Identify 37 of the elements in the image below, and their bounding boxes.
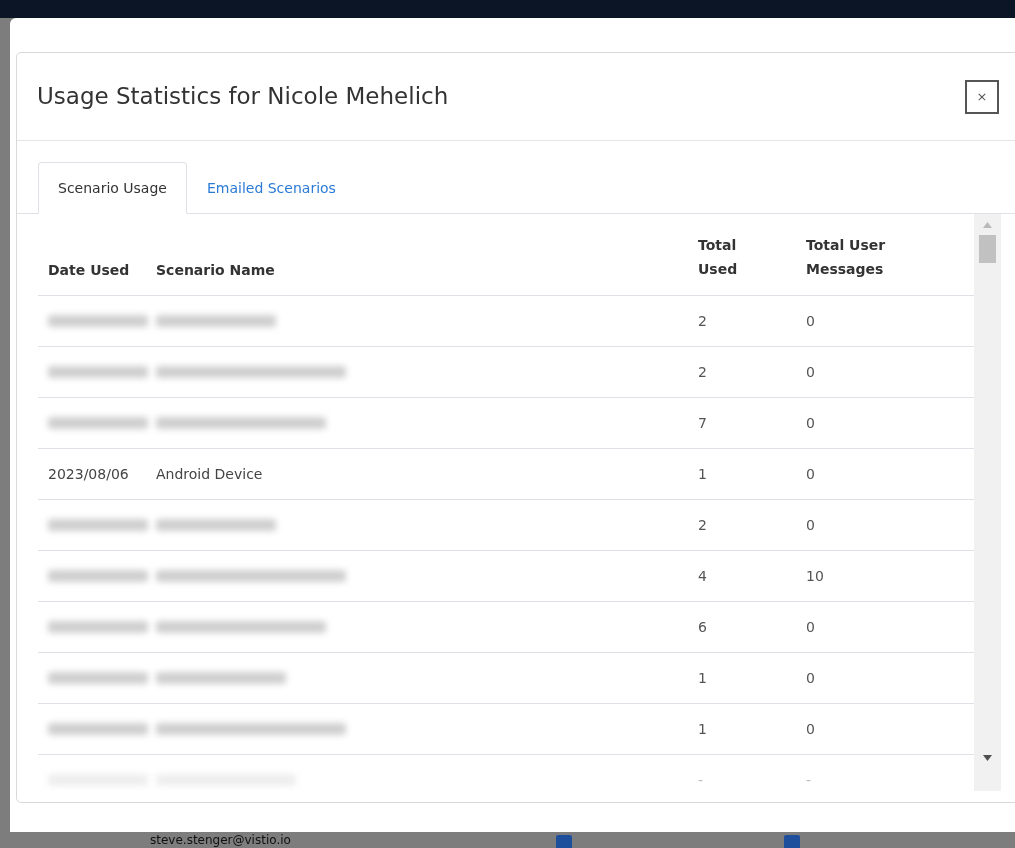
scroll-up-icon[interactable] xyxy=(983,222,992,228)
table-cell: 4 xyxy=(698,567,707,584)
column-header: Total User Messages xyxy=(806,236,887,279)
table-cell: 7 xyxy=(698,414,707,431)
column-header: Date Used xyxy=(48,262,130,278)
checkbox[interactable] xyxy=(783,835,800,848)
table-cell: 0 xyxy=(806,465,815,482)
table-cell: 1 xyxy=(698,669,707,686)
table-cell: 1 xyxy=(698,465,707,482)
table-cell: 0 xyxy=(806,414,815,431)
table-cell: - xyxy=(806,771,812,788)
checkbox[interactable] xyxy=(555,835,572,848)
column-header: Scenario Name xyxy=(156,262,275,278)
scrollbar-thumb[interactable] xyxy=(979,235,996,263)
table-cell: 10 xyxy=(806,567,824,584)
table-cell: 0 xyxy=(806,312,815,329)
email-text: steve.stenger@vistio.io xyxy=(150,833,291,847)
table-cell: Android Device xyxy=(156,465,263,482)
table-cell: 0 xyxy=(806,618,815,635)
table-cell: 0 xyxy=(806,516,815,533)
close-button[interactable]: × xyxy=(965,79,999,114)
table-cell: 0 xyxy=(806,720,815,737)
table-cell: 2 xyxy=(698,363,707,380)
dialog-title: Usage Statistics for Nicole Mehelich xyxy=(37,82,450,112)
table-cell: 0 xyxy=(806,363,815,380)
tab[interactable]: Emailed Scenarios xyxy=(186,162,356,214)
column-header: Total Used xyxy=(698,236,739,279)
table-cell: - xyxy=(698,771,704,788)
scrollbar[interactable] xyxy=(974,214,1001,791)
table-cell: 1 xyxy=(698,720,707,737)
table-cell: 6 xyxy=(698,618,707,635)
table-cell: 2 xyxy=(698,516,707,533)
scroll-down-icon[interactable] xyxy=(983,755,992,761)
table-cell: 2 xyxy=(698,312,707,329)
tab[interactable]: Scenario Usage xyxy=(38,162,187,214)
table-cell: 2023/08/06 xyxy=(48,465,129,482)
table-cell: 0 xyxy=(806,669,815,686)
